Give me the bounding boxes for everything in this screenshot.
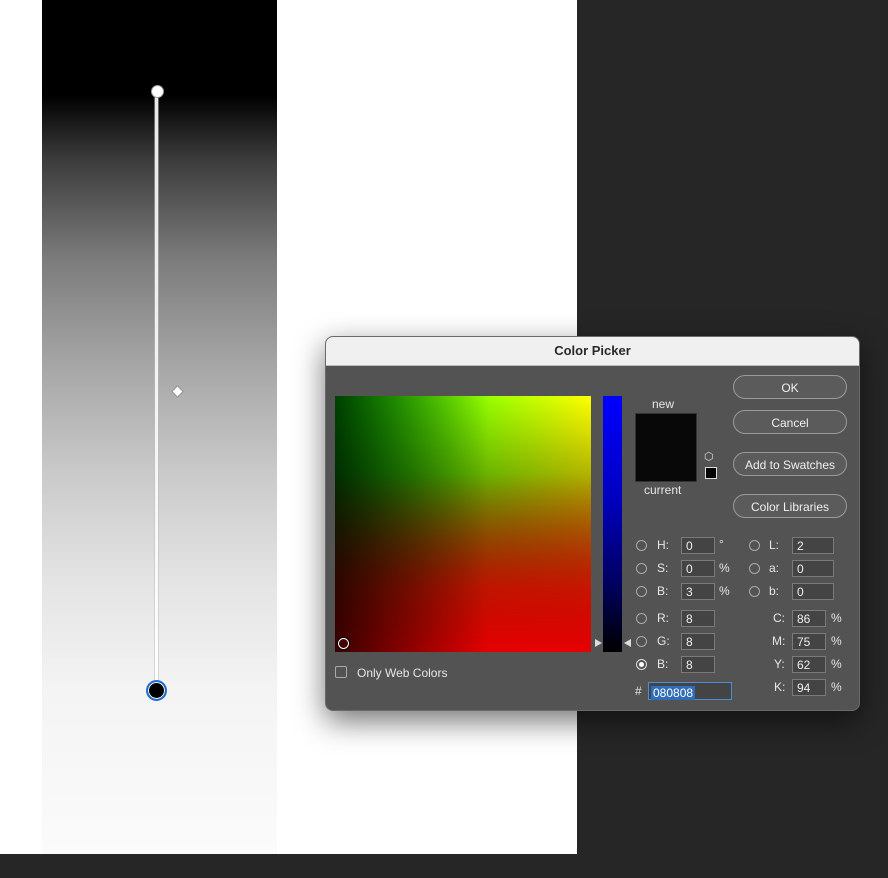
brightness-field[interactable] [681, 583, 715, 600]
radio-l[interactable] [749, 540, 760, 551]
y-unit: % [831, 657, 842, 671]
cancel-button[interactable]: Cancel [733, 410, 847, 434]
h-label: H: [657, 538, 669, 552]
brightness-label: B: [657, 584, 669, 598]
hex-value: 080808 [651, 686, 696, 700]
m-field[interactable] [792, 633, 826, 650]
dialog-title: Color Picker [326, 337, 859, 366]
radio-h[interactable] [636, 540, 647, 551]
c-label: C: [773, 611, 785, 625]
new-label: new [652, 397, 675, 411]
h-unit: ° [719, 537, 724, 551]
add-to-swatches-button[interactable]: Add to Swatches [733, 452, 847, 476]
s-unit: % [719, 561, 730, 575]
k-label: K: [774, 680, 786, 694]
radio-blue[interactable] [636, 659, 647, 670]
websafe-icon[interactable] [705, 467, 717, 479]
a-label: a: [769, 561, 780, 575]
lab-b-label: b: [769, 584, 780, 598]
gradient-start-stop[interactable] [151, 85, 164, 98]
only-web-colors-label: Only Web Colors [357, 666, 448, 680]
slider-arrow-left[interactable] [595, 639, 602, 647]
k-field[interactable] [792, 679, 826, 696]
color-field[interactable] [335, 396, 591, 652]
s-field[interactable] [681, 560, 715, 577]
lab-b-field[interactable] [792, 583, 834, 600]
color-libraries-button[interactable]: Color Libraries [733, 494, 847, 518]
blue-label: B: [657, 657, 669, 671]
gradient-line[interactable] [155, 92, 158, 690]
gradient-end-stop[interactable] [146, 680, 167, 701]
hex-label: # [635, 684, 642, 698]
slider-arrow-right[interactable] [624, 639, 631, 647]
l-label: L: [769, 538, 780, 552]
radio-s[interactable] [636, 563, 647, 574]
radio-a[interactable] [749, 563, 760, 574]
c-unit: % [831, 611, 842, 625]
brightness-unit: % [719, 584, 730, 598]
m-label: M: [772, 634, 786, 648]
c-field[interactable] [792, 610, 826, 627]
m-unit: % [831, 634, 842, 648]
y-field[interactable] [792, 656, 826, 673]
new-color-swatch [635, 413, 697, 448]
y-label: Y: [774, 657, 785, 671]
r-field[interactable] [681, 610, 715, 627]
s-label: S: [657, 561, 669, 575]
gradient-preview [42, 0, 277, 854]
a-field[interactable] [792, 560, 834, 577]
hex-field[interactable]: 080808 [648, 682, 732, 700]
color-field-cursor[interactable] [338, 638, 349, 649]
ok-button[interactable]: OK [733, 375, 847, 399]
g-label: G: [657, 634, 670, 648]
h-field[interactable] [681, 537, 715, 554]
radio-lab-b[interactable] [749, 586, 760, 597]
only-web-colors-checkbox[interactable] [335, 666, 347, 678]
l-field[interactable] [792, 537, 834, 554]
color-slider[interactable] [603, 396, 622, 652]
radio-r[interactable] [636, 613, 647, 624]
radio-brightness[interactable] [636, 586, 647, 597]
cube-icon[interactable]: ⬡ [704, 451, 716, 463]
blue-field[interactable] [681, 656, 715, 673]
current-color-swatch[interactable] [635, 447, 697, 482]
r-label: R: [657, 611, 669, 625]
g-field[interactable] [681, 633, 715, 650]
k-unit: % [831, 680, 842, 694]
color-picker-dialog: Color Picker new current ⬡ OK Cancel Add… [325, 336, 860, 711]
color-field-shade [335, 396, 591, 652]
current-label: current [644, 483, 682, 497]
radio-g[interactable] [636, 636, 647, 647]
